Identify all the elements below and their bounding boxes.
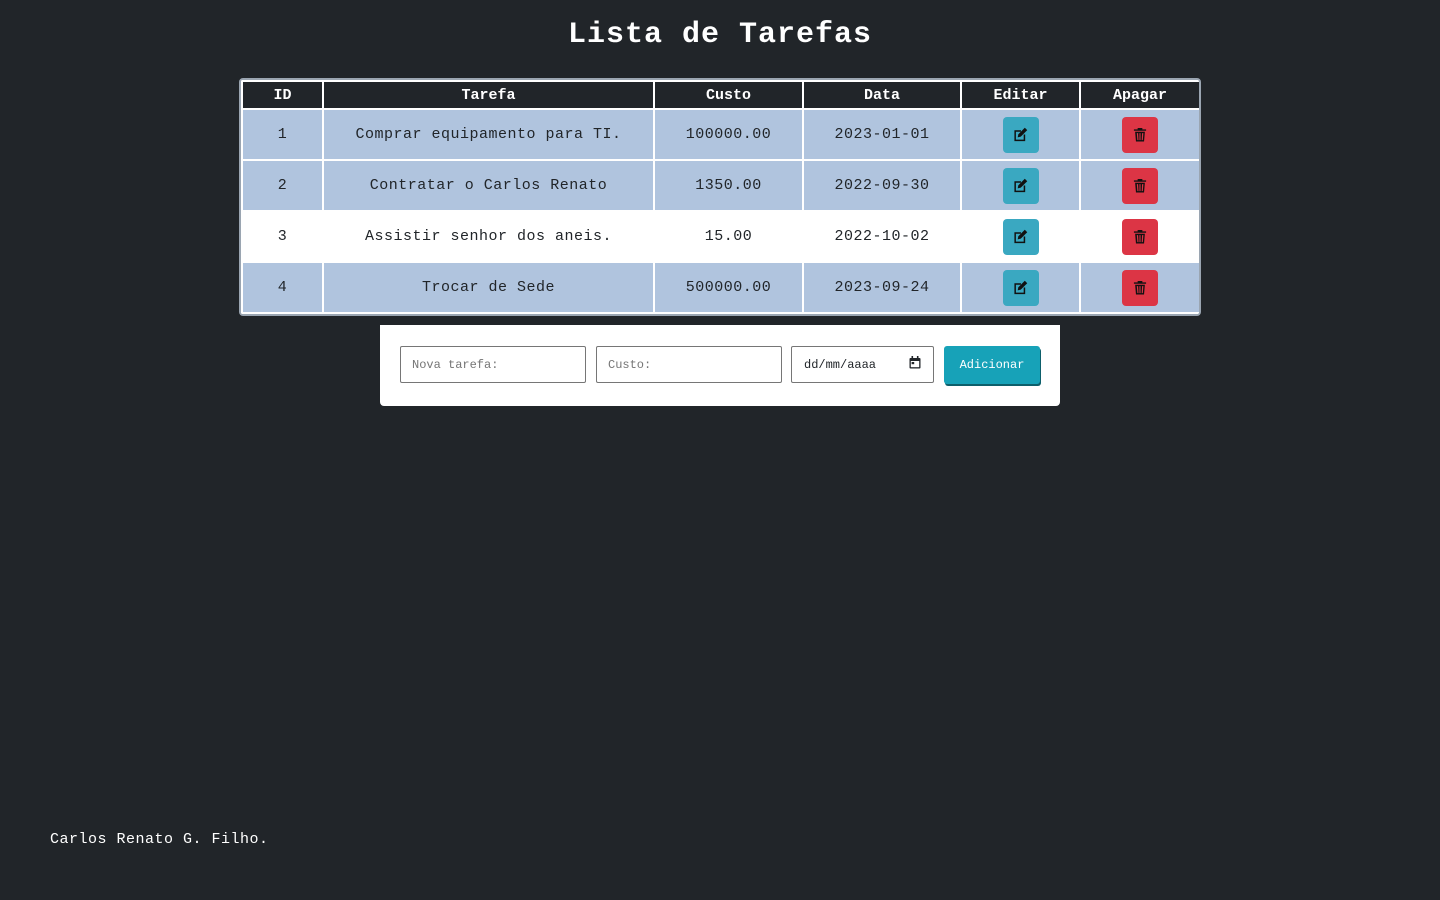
cell-edit [960,159,1081,212]
table-row: 2 Contratar o Carlos Renato 1350.00 2022-09… [241,159,1199,212]
cell-delete [1079,261,1199,314]
header-task: Tarefa [322,80,655,110]
cell-id: 4 [241,261,324,314]
edit-icon [1013,127,1028,142]
table-header-row: ID Tarefa Custo Data Editar Apagar [241,80,1199,110]
cell-date: 2022-10-02 [802,210,962,263]
header-id: ID [241,80,324,110]
new-task-input[interactable] [412,357,574,372]
cell-task: Contratar o Carlos Renato [322,159,655,212]
cell-delete [1079,108,1199,161]
edit-icon [1013,280,1028,295]
cell-task: Trocar de Sede [322,261,655,314]
page-title: Lista de Tarefas [567,18,873,52]
header-edit: Editar [960,80,1081,110]
cell-delete [1079,210,1199,263]
tasks-table-container: ID Tarefa Custo Data Editar Apagar 1 Comp… [239,78,1201,316]
header-date: Data [802,80,962,110]
cell-cost: 500000.00 [653,261,804,314]
table-row: 4 Trocar de Sede 500000.00 2023-09-24 [241,261,1199,314]
cell-date: 2022-09-30 [802,159,962,212]
table-row: 1 Comprar equipamento para TI. 100000.00 20… [241,108,1199,161]
cell-task: Comprar equipamento para TI. [322,108,655,161]
cell-edit [960,210,1081,263]
cell-id: 1 [241,108,324,161]
cell-id: 3 [241,210,324,263]
tasks-table: ID Tarefa Custo Data Editar Apagar 1 Comp… [241,80,1199,314]
task-field-wrapper [400,346,586,383]
cell-date: 2023-09-24 [802,261,962,314]
date-placeholder: dd/mm/aaaa [804,357,877,372]
calendar-icon[interactable] [909,356,921,373]
edit-button[interactable] [1002,218,1039,255]
header-cost: Custo [653,80,804,110]
cell-cost: 15.00 [653,210,804,263]
cell-cost: 1350.00 [653,159,804,212]
delete-button[interactable] [1122,218,1158,255]
delete-button[interactable] [1122,116,1158,153]
cell-task: Assistir senhor dos aneis. [322,210,655,263]
delete-button[interactable] [1122,167,1158,204]
cost-input[interactable] [608,357,770,372]
add-task-form: dd/mm/aaaa Adicionar [380,325,1060,406]
trash-icon [1133,280,1147,295]
edit-icon [1013,229,1028,244]
cell-edit [960,261,1081,314]
header-delete: Apagar [1079,80,1199,110]
trash-icon [1133,229,1147,244]
edit-icon [1013,178,1028,193]
cost-field-wrapper [596,346,782,383]
edit-button[interactable] [1002,116,1039,153]
cell-delete [1079,159,1199,212]
trash-icon [1133,178,1147,193]
trash-icon [1133,127,1147,142]
delete-button[interactable] [1122,269,1158,306]
cell-edit [960,108,1081,161]
edit-button[interactable] [1002,269,1039,306]
edit-button[interactable] [1002,167,1039,204]
cell-date: 2023-01-01 [802,108,962,161]
table-row: 3 Assistir senhor dos aneis. 15.00 2022-10-… [241,210,1199,263]
footer-credit: Carlos Renato G. Filho. [50,831,269,848]
date-input[interactable]: dd/mm/aaaa [791,346,934,383]
cell-id: 2 [241,159,324,212]
cell-cost: 100000.00 [653,108,804,161]
add-task-button[interactable]: Adicionar [944,346,1040,384]
